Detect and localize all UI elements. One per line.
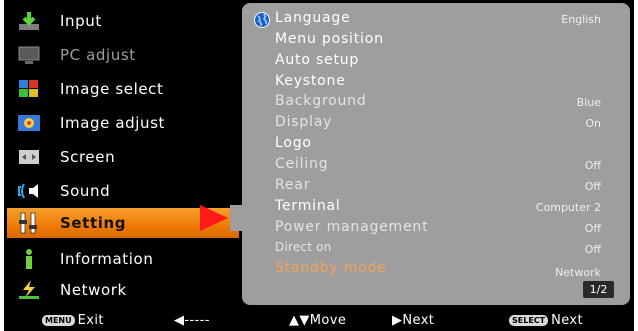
setting-row-background[interactable]: Background Blue xyxy=(242,92,630,112)
image-select-icon xyxy=(16,78,42,100)
setting-value: Network xyxy=(555,266,601,279)
menu-item-label: Image select xyxy=(60,80,164,98)
footer-select-label: Next xyxy=(551,312,584,328)
setting-value: Off xyxy=(584,159,601,172)
menu-item-sound[interactable]: Sound xyxy=(7,175,239,207)
footer-move: ▲▼Move xyxy=(289,311,346,329)
osd-menu: Input PC adjust Image select Image adjus… xyxy=(4,0,634,331)
setting-row-menu-position[interactable]: Menu position xyxy=(242,30,630,50)
menu-item-label: Sound xyxy=(60,182,111,200)
image-adjust-icon xyxy=(16,112,42,134)
menu-item-label: Information xyxy=(60,250,154,268)
setting-value: Computer 2 xyxy=(535,201,601,214)
information-icon xyxy=(16,248,42,270)
footer-back: ◀----- xyxy=(174,311,210,329)
menu-item-label: Screen xyxy=(60,148,116,166)
setting-row-direct-on[interactable]: Direct on Off xyxy=(242,239,630,259)
menu-item-label: PC adjust xyxy=(60,46,136,64)
menu-item-label: Setting xyxy=(60,214,127,232)
setting-name: Background xyxy=(275,93,367,109)
setting-icon xyxy=(16,212,42,234)
menu-item-label: Input xyxy=(60,12,102,30)
footer-move-label: ▲▼Move xyxy=(289,312,347,328)
setting-row-standby-mode[interactable]: Standby mode Network xyxy=(242,259,630,279)
menu-item-label: Image adjust xyxy=(60,114,166,132)
setting-row-keystone[interactable]: Keystone xyxy=(242,72,630,92)
menu-item-image-select[interactable]: Image select xyxy=(7,73,239,105)
menu-item-input[interactable]: Input xyxy=(7,5,239,37)
page-indicator: 1/2 xyxy=(583,281,614,298)
setting-name: Direct on xyxy=(275,240,332,254)
setting-name: Logo xyxy=(275,135,312,151)
footer-guide-bar: MENU Exit ◀----- ▲▼Move ▶Next SELECT Nex… xyxy=(4,311,634,329)
setting-row-ceiling[interactable]: Ceiling Off xyxy=(242,155,630,175)
footer-exit-label: Exit xyxy=(77,312,104,328)
setting-name: Language xyxy=(275,10,351,26)
menu-item-pc-adjust[interactable]: PC adjust xyxy=(7,39,239,71)
setting-value: Blue xyxy=(576,96,601,109)
setting-value: Off xyxy=(584,243,601,256)
footer-back-arrow: ◀----- xyxy=(174,312,210,328)
menu-item-screen[interactable]: Screen xyxy=(7,141,239,173)
menu-item-image-adjust[interactable]: Image adjust xyxy=(7,107,239,139)
setting-row-terminal[interactable]: Terminal Computer 2 xyxy=(242,197,630,217)
select-key-icon: SELECT xyxy=(509,314,549,326)
selection-arrow-pointer xyxy=(200,205,228,231)
screen-icon xyxy=(16,146,42,168)
globe-icon xyxy=(254,12,270,28)
setting-name: Power management xyxy=(275,219,429,235)
footer-exit: MENU Exit xyxy=(42,311,104,329)
input-icon xyxy=(16,10,42,32)
main-menu: Input PC adjust Image select Image adjus… xyxy=(7,3,239,305)
setting-value: English xyxy=(561,13,601,26)
footer-next: ▶Next xyxy=(392,311,434,329)
setting-name: Display xyxy=(275,114,333,130)
setting-submenu-panel: Language English Menu position Auto setu… xyxy=(242,3,630,305)
setting-row-display[interactable]: Display On xyxy=(242,113,630,133)
pc-adjust-icon xyxy=(16,44,42,66)
menu-item-label: Network xyxy=(60,281,127,299)
footer-next-label: ▶Next xyxy=(392,312,435,328)
menu-item-network[interactable]: Network xyxy=(7,274,239,306)
setting-row-power-management[interactable]: Power management Off xyxy=(242,218,630,238)
setting-row-auto-setup[interactable]: Auto setup xyxy=(242,51,630,71)
setting-value: Off xyxy=(584,222,601,235)
setting-name: Keystone xyxy=(275,73,346,89)
footer-select-next: SELECT Next xyxy=(509,311,583,329)
network-icon xyxy=(16,279,42,301)
setting-name: Rear xyxy=(275,177,311,193)
setting-name: Menu position xyxy=(275,31,384,47)
setting-name: Ceiling xyxy=(275,156,329,172)
setting-row-logo[interactable]: Logo xyxy=(242,134,630,154)
setting-name: Auto setup xyxy=(275,52,360,68)
setting-row-rear[interactable]: Rear Off xyxy=(242,176,630,196)
menu-key-icon: MENU xyxy=(42,314,75,326)
setting-name: Terminal xyxy=(275,198,341,214)
sound-icon xyxy=(16,180,42,202)
menu-item-information[interactable]: Information xyxy=(7,243,239,275)
setting-value: On xyxy=(585,117,601,130)
setting-row-language[interactable]: Language English xyxy=(242,9,630,29)
setting-value: Off xyxy=(584,180,601,193)
setting-name: Standby mode xyxy=(275,260,387,276)
